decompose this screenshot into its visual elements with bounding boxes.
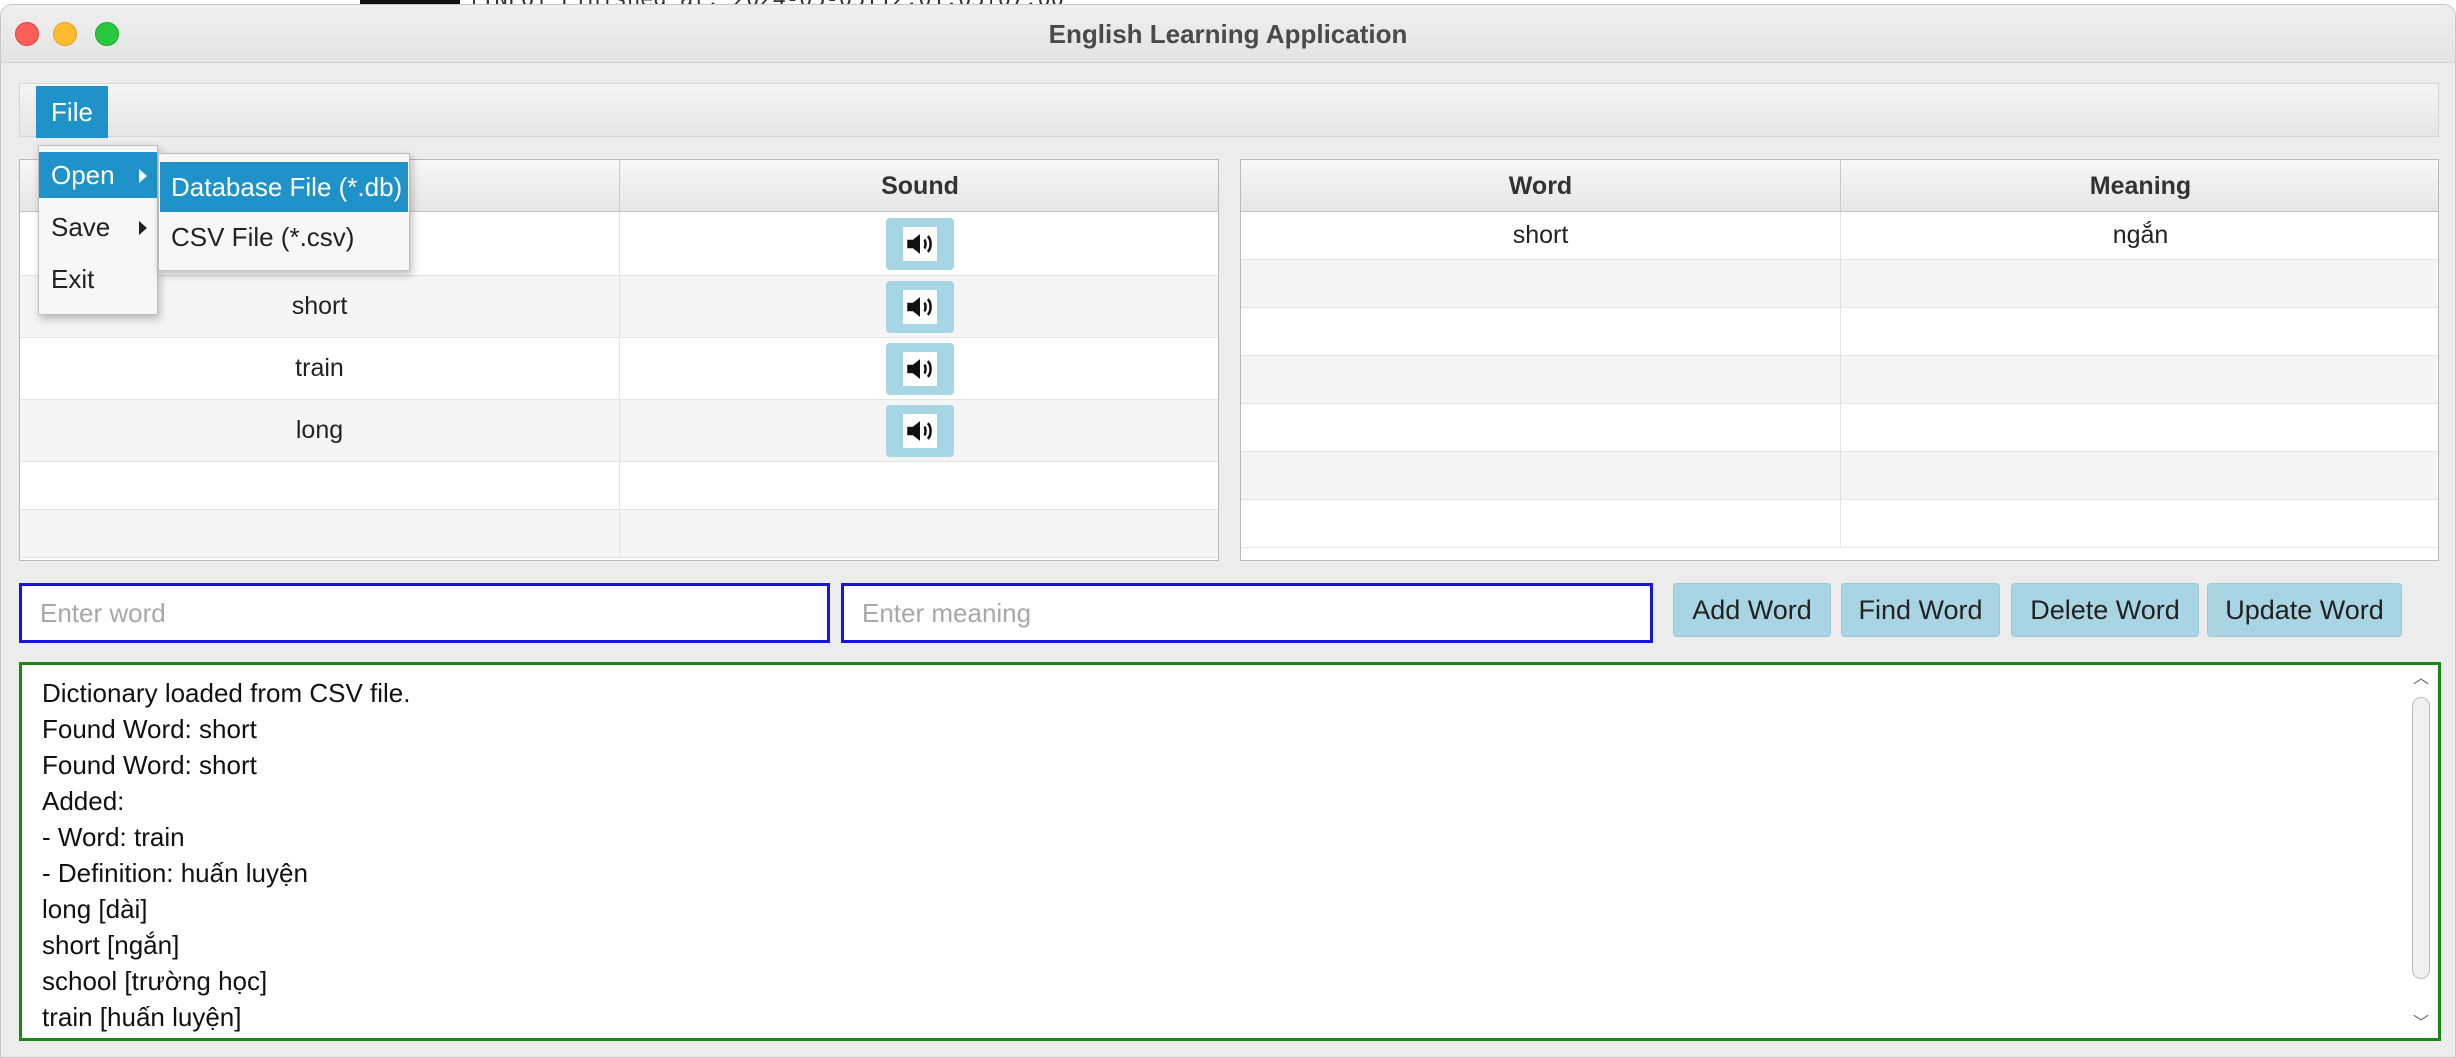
scrollbar-thumb[interactable] [2412, 697, 2430, 979]
word-cell [20, 510, 620, 557]
word-cell [1241, 452, 1841, 499]
log-line: train [huấn luyện] [42, 1002, 242, 1032]
log-line: Added: [42, 786, 125, 816]
menu-bar: File [19, 83, 2439, 138]
speaker-icon [903, 351, 937, 386]
sound-cell [620, 510, 1218, 557]
log-scrollbar[interactable]: ︿ ﹀ [2408, 669, 2434, 1034]
meaning-cell [1841, 356, 2438, 403]
word-cell [1241, 356, 1841, 403]
word-cell [20, 462, 620, 509]
update-word-button[interactable]: Update Word [2207, 583, 2402, 637]
log-line: Found Word: short [42, 714, 257, 744]
table-row[interactable]: train [20, 338, 1218, 400]
speaker-icon [903, 226, 937, 261]
speaker-icon [903, 289, 937, 324]
open-submenu: Database File (*.db) CSV File (*.csv) [158, 153, 410, 271]
meaning-cell [1841, 452, 2438, 499]
word-input-box [19, 583, 830, 643]
table-row[interactable] [1241, 500, 2438, 548]
menu-item-exit[interactable]: Exit [39, 256, 157, 302]
add-word-button[interactable]: Add Word [1673, 583, 1831, 637]
log-line: school [trường học] [42, 966, 268, 996]
word-cell [1241, 308, 1841, 355]
word-cell: train [20, 338, 620, 399]
log-line: short [ngắn] [42, 930, 180, 960]
table-row[interactable] [1241, 404, 2438, 452]
play-sound-button[interactable] [886, 280, 954, 333]
menu-item-label: Save [51, 211, 111, 242]
table-row[interactable] [1241, 356, 2438, 404]
play-sound-button[interactable] [886, 342, 954, 395]
play-sound-button[interactable] [886, 404, 954, 457]
log-lines: Dictionary loaded from CSV file. Found Wo… [42, 675, 2398, 1035]
table-row[interactable]: short ngắn [1241, 212, 2438, 260]
table-row[interactable] [1241, 308, 2438, 356]
log-line: long [dài] [42, 894, 148, 924]
log-line: - Definition: huấn luyện [42, 858, 308, 888]
table-row[interactable] [20, 462, 1218, 510]
word-cell [1241, 500, 1841, 547]
menu-item-open[interactable]: Open [39, 152, 157, 198]
word-cell: long [20, 400, 620, 461]
menu-item-label: Open [51, 159, 115, 190]
meaning-input-box [841, 583, 1653, 643]
window-title: English Learning Application [1048, 19, 1408, 49]
meaning-cell: ngắn [2112, 221, 2169, 249]
sound-cell [620, 462, 1218, 509]
meaning-cell [1841, 500, 2438, 547]
sound-cell [620, 338, 1218, 399]
file-dropdown-menu: Open Save Exit [38, 145, 158, 315]
table-header: Word Meaning [1241, 160, 2438, 212]
submenu-arrow-icon [139, 221, 147, 235]
delete-word-button[interactable]: Delete Word [2011, 583, 2199, 637]
table-row[interactable] [20, 510, 1218, 558]
open-database-file-item[interactable]: Database File (*.db) [160, 162, 408, 212]
meaning-cell [1841, 404, 2438, 451]
meaning-cell [1841, 260, 2438, 307]
output-log[interactable]: Dictionary loaded from CSV file. Found Wo… [19, 662, 2441, 1041]
sound-cell [620, 400, 1218, 461]
title-bar: English Learning Application [1, 5, 2455, 63]
column-header-sound[interactable]: Sound [620, 160, 1218, 212]
table-row[interactable]: short [20, 276, 1218, 338]
menu-item-save[interactable]: Save [39, 204, 157, 250]
sound-cell [620, 212, 1218, 275]
word-input[interactable] [22, 586, 827, 640]
word-cell [1241, 404, 1841, 451]
speaker-icon [903, 413, 937, 448]
word-meaning-table: Word Meaning short ngắn [1240, 159, 2439, 561]
log-line: Found Word: short [42, 750, 257, 780]
app-window: English Learning Application File Word S… [0, 4, 2456, 1058]
table-row[interactable]: long [20, 400, 1218, 462]
meaning-cell [1841, 308, 2438, 355]
log-line: - Word: train [42, 822, 185, 852]
column-header-word[interactable]: Word [1241, 160, 1841, 212]
table-row[interactable] [1241, 260, 2438, 308]
submenu-arrow-icon [139, 169, 147, 183]
play-sound-button[interactable] [886, 217, 954, 270]
find-word-button[interactable]: Find Word [1841, 583, 2000, 637]
sound-cell [620, 276, 1218, 337]
log-line: Dictionary loaded from CSV file. [42, 678, 411, 708]
file-menu[interactable]: File [36, 86, 108, 138]
word-cell: short [1241, 212, 1841, 259]
meaning-input[interactable] [844, 586, 1650, 640]
scroll-down-icon[interactable]: ﹀ [2408, 1014, 2434, 1034]
open-csv-file-item[interactable]: CSV File (*.csv) [160, 212, 408, 262]
column-header-meaning[interactable]: Meaning [1841, 160, 2438, 212]
table-row[interactable] [1241, 452, 2438, 500]
scroll-up-icon[interactable]: ︿ [2408, 669, 2434, 689]
word-cell [1241, 260, 1841, 307]
menu-item-label: Exit [51, 263, 95, 294]
